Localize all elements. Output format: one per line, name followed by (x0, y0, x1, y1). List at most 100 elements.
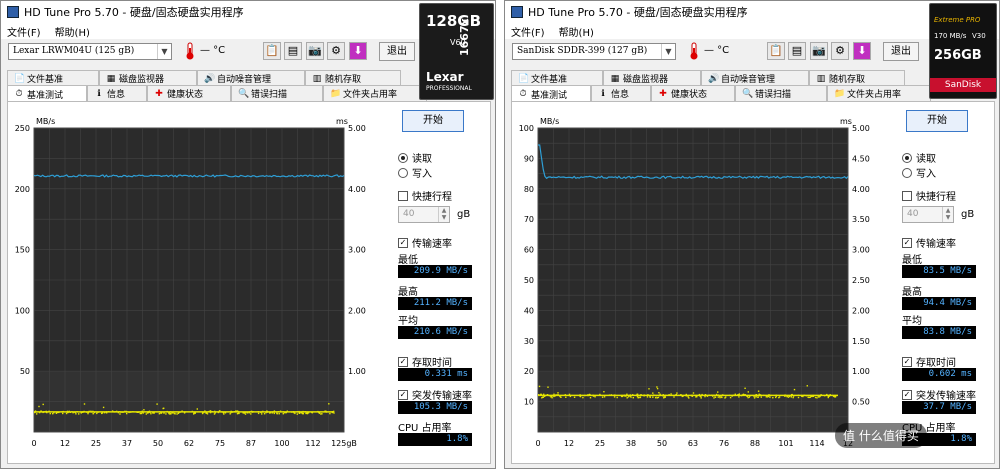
checkbox-checked-icon: ✓ (902, 237, 912, 248)
tab-folder-usage[interactable]: 📁 文件夹占用率 (827, 85, 931, 101)
menu-help[interactable]: 帮助(H) (55, 24, 90, 39)
access-time-point (692, 392, 695, 394)
tab-file-benchmark[interactable]: 📄 文件基准 (511, 70, 603, 86)
short-stroke-checkbox[interactable]: 快捷行程 (902, 188, 956, 203)
copy-screen-icon[interactable]: ▤ (788, 42, 806, 60)
screenshot-icon[interactable]: 📷 (810, 42, 828, 60)
access-time-point (632, 397, 634, 399)
chevron-down-icon[interactable]: ▼ (661, 44, 675, 59)
burst-rate-checkbox[interactable]: ✓ 突发传输速率 (902, 387, 976, 402)
access-time-point (687, 396, 689, 398)
exit-button[interactable]: 退出 (379, 42, 415, 61)
access-time-point (49, 412, 51, 415)
access-time-point (139, 412, 141, 415)
copy-text-icon[interactable]: 📋 (767, 42, 785, 60)
read-radio[interactable]: 读取 (902, 150, 936, 165)
x-tick-label: 12 (60, 439, 70, 448)
options-icon[interactable]: ⚙ (831, 42, 849, 60)
screenshot-icon[interactable]: 📷 (306, 42, 324, 60)
access-time-checkbox[interactable]: ✓ 存取时间 (398, 354, 452, 369)
drive-select-value: Lexar LRWM04U (125 gB) (13, 46, 135, 56)
access-time-point (102, 406, 105, 409)
chevron-down-icon[interactable]: ▼ (157, 44, 171, 59)
access-time-checkbox[interactable]: ✓ 存取时间 (902, 354, 956, 369)
tab-error-scan[interactable]: 🔍 错误扫描 (231, 85, 323, 101)
transfer-rate-checkbox[interactable]: ✓ 传输速率 (398, 235, 452, 250)
burst-rate-checkbox[interactable]: ✓ 突发传输速率 (398, 387, 472, 402)
burst-rate-value: 105.3 MB/s (398, 401, 472, 414)
write-radio[interactable]: 写入 (398, 165, 432, 180)
tab-info[interactable]: ℹ 信息 (87, 85, 147, 101)
aam-icon: 🔊 (204, 73, 216, 84)
tab-aam[interactable]: 🔊 自动噪音管理 (197, 70, 305, 86)
transfer-rate-label: 传输速率 (412, 239, 452, 250)
start-button[interactable]: 开始 (402, 110, 464, 132)
read-radio[interactable]: 读取 (398, 150, 432, 165)
access-time-point (670, 393, 672, 395)
spinner-arrows-icon[interactable]: ▲ ▼ (438, 207, 449, 222)
write-radio[interactable]: 写入 (902, 165, 936, 180)
y2-tick-label: 5.00 (852, 124, 870, 133)
access-time-point (673, 396, 675, 398)
drive-select[interactable]: SanDisk SDDR-399 (127 gB) ▼ (512, 43, 676, 60)
access-time-point (760, 396, 762, 398)
x-tick-label: 25 (91, 439, 101, 448)
short-stroke-unit: gB (457, 209, 471, 220)
tab-folder-usage[interactable]: 📁 文件夹占用率 (323, 85, 427, 101)
tab-random-access[interactable]: ▥ 随机存取 (809, 70, 905, 86)
access-time-point (36, 413, 38, 415)
tab-label: 基准测试 (27, 90, 64, 101)
tab-row-2: ⏱ 基准测试 ℹ 信息 ✚ 健康状态 🔍 错误扫描 📁 文件夹占用率 (511, 85, 931, 102)
copy-text-icon[interactable]: 📋 (263, 42, 281, 60)
start-button[interactable]: 开始 (906, 110, 968, 132)
tab-benchmark[interactable]: ⏱ 基准测试 (511, 85, 591, 102)
short-stroke-spinner[interactable]: 40 ▲ ▼ (398, 206, 450, 223)
error-scan-icon: 🔍 (238, 88, 250, 99)
benchmark-chart-svg: MB/s ms501001502002501.002.003.004.005.00… (15, 117, 366, 448)
short-stroke-checkbox[interactable]: 快捷行程 (398, 188, 452, 203)
exit-button[interactable]: 退出 (883, 42, 919, 61)
access-time-point (765, 396, 767, 398)
thermometer-icon (689, 42, 699, 60)
access-time-point (87, 412, 89, 415)
tab-label: 随机存取 (829, 75, 866, 85)
access-time-point (753, 397, 756, 399)
save-icon[interactable]: ⬇ (349, 42, 367, 60)
access-time-point (648, 388, 650, 390)
tab-file-benchmark[interactable]: 📄 文件基准 (7, 70, 99, 86)
y-tick-label: 10 (524, 398, 534, 407)
save-icon[interactable]: ⬇ (853, 42, 871, 60)
transfer-rate-checkbox[interactable]: ✓ 传输速率 (902, 235, 956, 250)
tab-health[interactable]: ✚ 健康状态 (147, 85, 231, 101)
tab-error-scan[interactable]: 🔍 错误扫描 (735, 85, 827, 101)
options-icon[interactable]: ⚙ (327, 42, 345, 60)
avg-label: 平均 (398, 316, 418, 327)
tab-disk-monitor[interactable]: ▦ 磁盘监视器 (603, 70, 701, 86)
checkbox-unchecked-icon (398, 190, 408, 201)
tab-info[interactable]: ℹ 信息 (591, 85, 651, 101)
access-time-point (658, 392, 660, 394)
tab-random-access[interactable]: ▥ 随机存取 (305, 70, 401, 86)
copy-screen-icon[interactable]: ▤ (284, 42, 302, 60)
short-stroke-spinner[interactable]: 40 ▲ ▼ (902, 206, 954, 223)
access-time-point (65, 412, 68, 415)
access-time-point (603, 391, 605, 393)
tab-label: 文件夹占用率 (847, 90, 902, 100)
menu-file[interactable]: 文件(F) (511, 24, 545, 39)
access-time-point (143, 409, 145, 411)
y2-tick-label: 4.00 (852, 185, 870, 194)
spinner-arrows-icon[interactable]: ▲ ▼ (942, 207, 953, 222)
tab-health[interactable]: ✚ 健康状态 (651, 85, 735, 101)
menu-file[interactable]: 文件(F) (7, 24, 41, 39)
x-tick-label: 114 (809, 439, 824, 448)
app-icon (7, 6, 19, 18)
tab-label: 信息 (107, 90, 126, 100)
x-tick-label: 50 (153, 439, 163, 448)
menu-help[interactable]: 帮助(H) (559, 24, 594, 39)
access-time-point (38, 405, 40, 408)
tab-disk-monitor[interactable]: ▦ 磁盘监视器 (99, 70, 197, 86)
tab-aam[interactable]: 🔊 自动噪音管理 (701, 70, 809, 86)
tab-label: 磁盘监视器 (623, 75, 669, 85)
tab-benchmark[interactable]: ⏱ 基准测试 (7, 85, 87, 102)
drive-select[interactable]: Lexar LRWM04U (125 gB) ▼ (8, 43, 172, 60)
